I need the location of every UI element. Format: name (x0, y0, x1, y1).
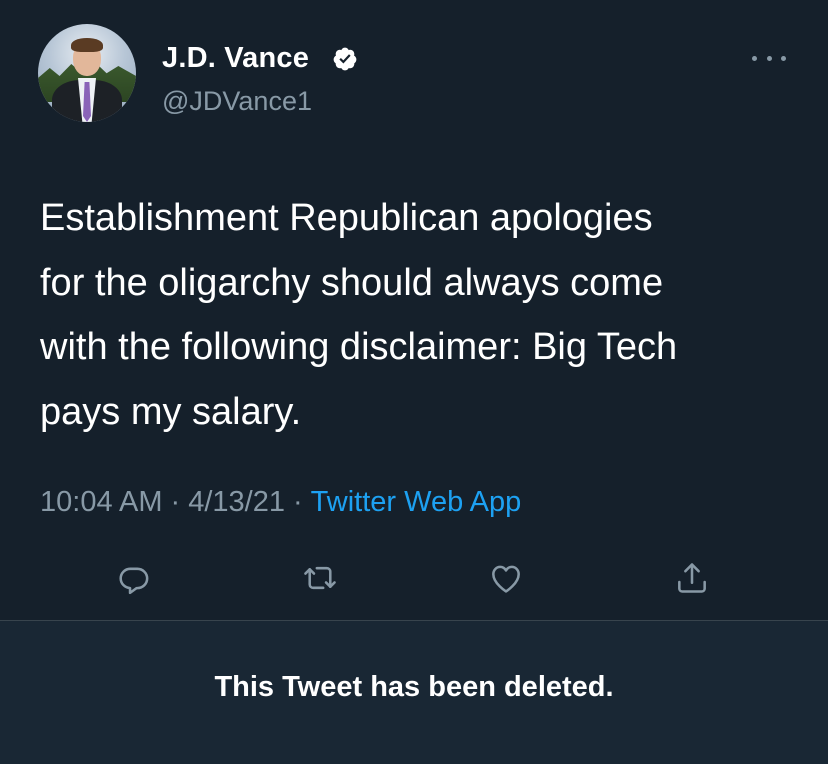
tweet-card: J.D. Vance @JDVance1 Establishment Repub… (0, 0, 828, 620)
like-icon (492, 565, 520, 593)
retweet-button[interactable] (298, 556, 342, 600)
verified-badge-icon (333, 47, 357, 71)
like-button[interactable] (484, 556, 528, 600)
author-handle[interactable]: @JDVance1 (162, 86, 312, 117)
dot (752, 55, 757, 61)
share-button[interactable] (670, 556, 714, 600)
deleted-notice-text: This Tweet has been deleted. (214, 671, 614, 703)
retweet-icon (304, 566, 336, 590)
dot (781, 55, 786, 61)
tweet-time[interactable]: 10:04 AM (40, 486, 163, 518)
tweet-actions (0, 556, 828, 604)
avatar[interactable] (38, 24, 136, 122)
author-name[interactable]: J.D. Vance (162, 42, 309, 75)
meta-separator: · (170, 486, 181, 518)
tweet-metadata: 10:04 AM · 4/13/21 · Twitter Web App (40, 486, 521, 519)
reply-button[interactable] (112, 556, 156, 600)
more-options-icon[interactable] (752, 50, 786, 66)
dot (766, 55, 772, 61)
tweet-text: Establishment Republican apologies for t… (40, 197, 678, 433)
reply-icon (119, 567, 149, 595)
tweet-date[interactable]: 4/13/21 (188, 486, 285, 518)
tweet-source-link[interactable]: Twitter Web App (311, 486, 522, 518)
meta-separator: · (292, 486, 303, 518)
share-icon (678, 563, 706, 593)
deleted-notice: This Tweet has been deleted. (0, 620, 828, 764)
avatar-hair (71, 38, 103, 52)
